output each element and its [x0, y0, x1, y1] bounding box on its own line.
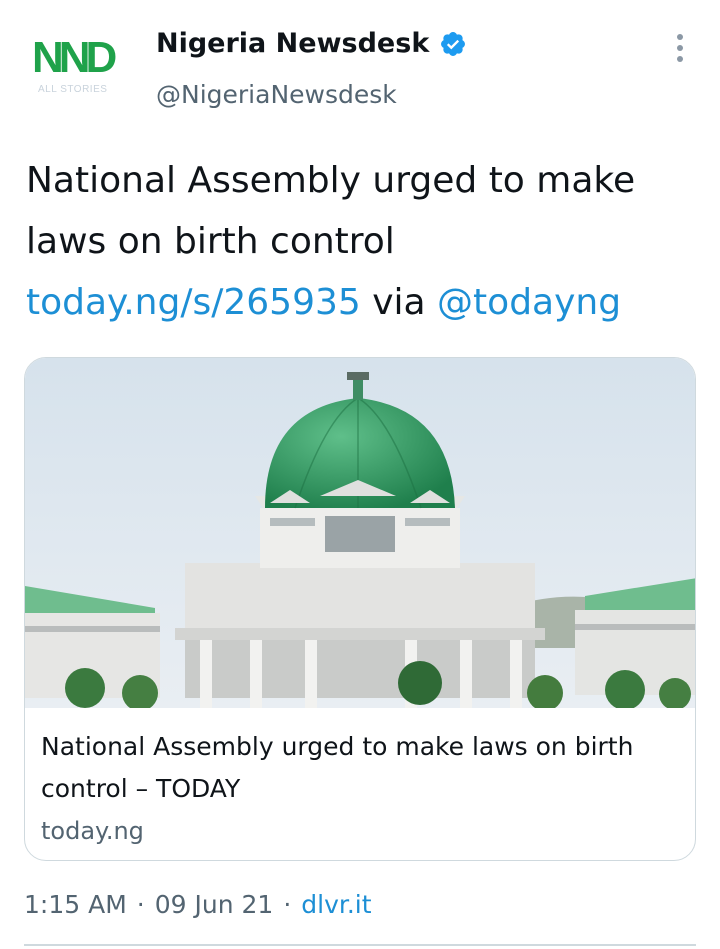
divider: [24, 944, 696, 946]
tweet-date[interactable]: 09 Jun 21: [155, 890, 274, 919]
more-options-button[interactable]: [664, 30, 696, 66]
tweet-link[interactable]: today.ng/s/265935: [26, 282, 361, 323]
card-body: National Assembly urged to make laws on …: [41, 726, 681, 850]
avatar[interactable]: NND ALL STORIES: [26, 32, 128, 104]
tweet-mention[interactable]: @todayng: [437, 282, 621, 323]
card-image-national-assembly: [25, 358, 695, 708]
tweet: NND ALL STORIES Nigeria Newsdesk @Nigeri…: [0, 0, 720, 949]
tweet-text: National Assembly urged to make laws on …: [26, 150, 686, 333]
author-name-text: Nigeria Newsdesk: [156, 28, 430, 59]
link-card[interactable]: National Assembly urged to make laws on …: [24, 357, 696, 861]
tweet-time[interactable]: 1:15 AM: [24, 890, 127, 919]
avatar-logo-mark: NND: [32, 33, 117, 82]
more-dot: [677, 45, 683, 51]
tweet-meta: 1:15 AM · 09 Jun 21 · dlvr.it: [24, 890, 372, 919]
tweet-source[interactable]: dlvr.it: [301, 890, 371, 919]
more-dot: [677, 56, 683, 62]
meta-separator: ·: [283, 890, 292, 919]
tweet-text-body: National Assembly urged to make laws on …: [26, 160, 636, 262]
tweet-via: via: [360, 282, 438, 323]
more-vertical-icon: [677, 34, 683, 40]
card-title: National Assembly urged to make laws on …: [41, 732, 634, 803]
verified-badge-icon: [441, 31, 466, 56]
author-handle[interactable]: @NigeriaNewsdesk: [156, 80, 397, 109]
author-name[interactable]: Nigeria Newsdesk: [156, 28, 467, 59]
meta-separator: ·: [136, 890, 145, 919]
card-domain: today.ng: [41, 817, 144, 845]
avatar-logo-subtext: ALL STORIES: [38, 84, 108, 95]
